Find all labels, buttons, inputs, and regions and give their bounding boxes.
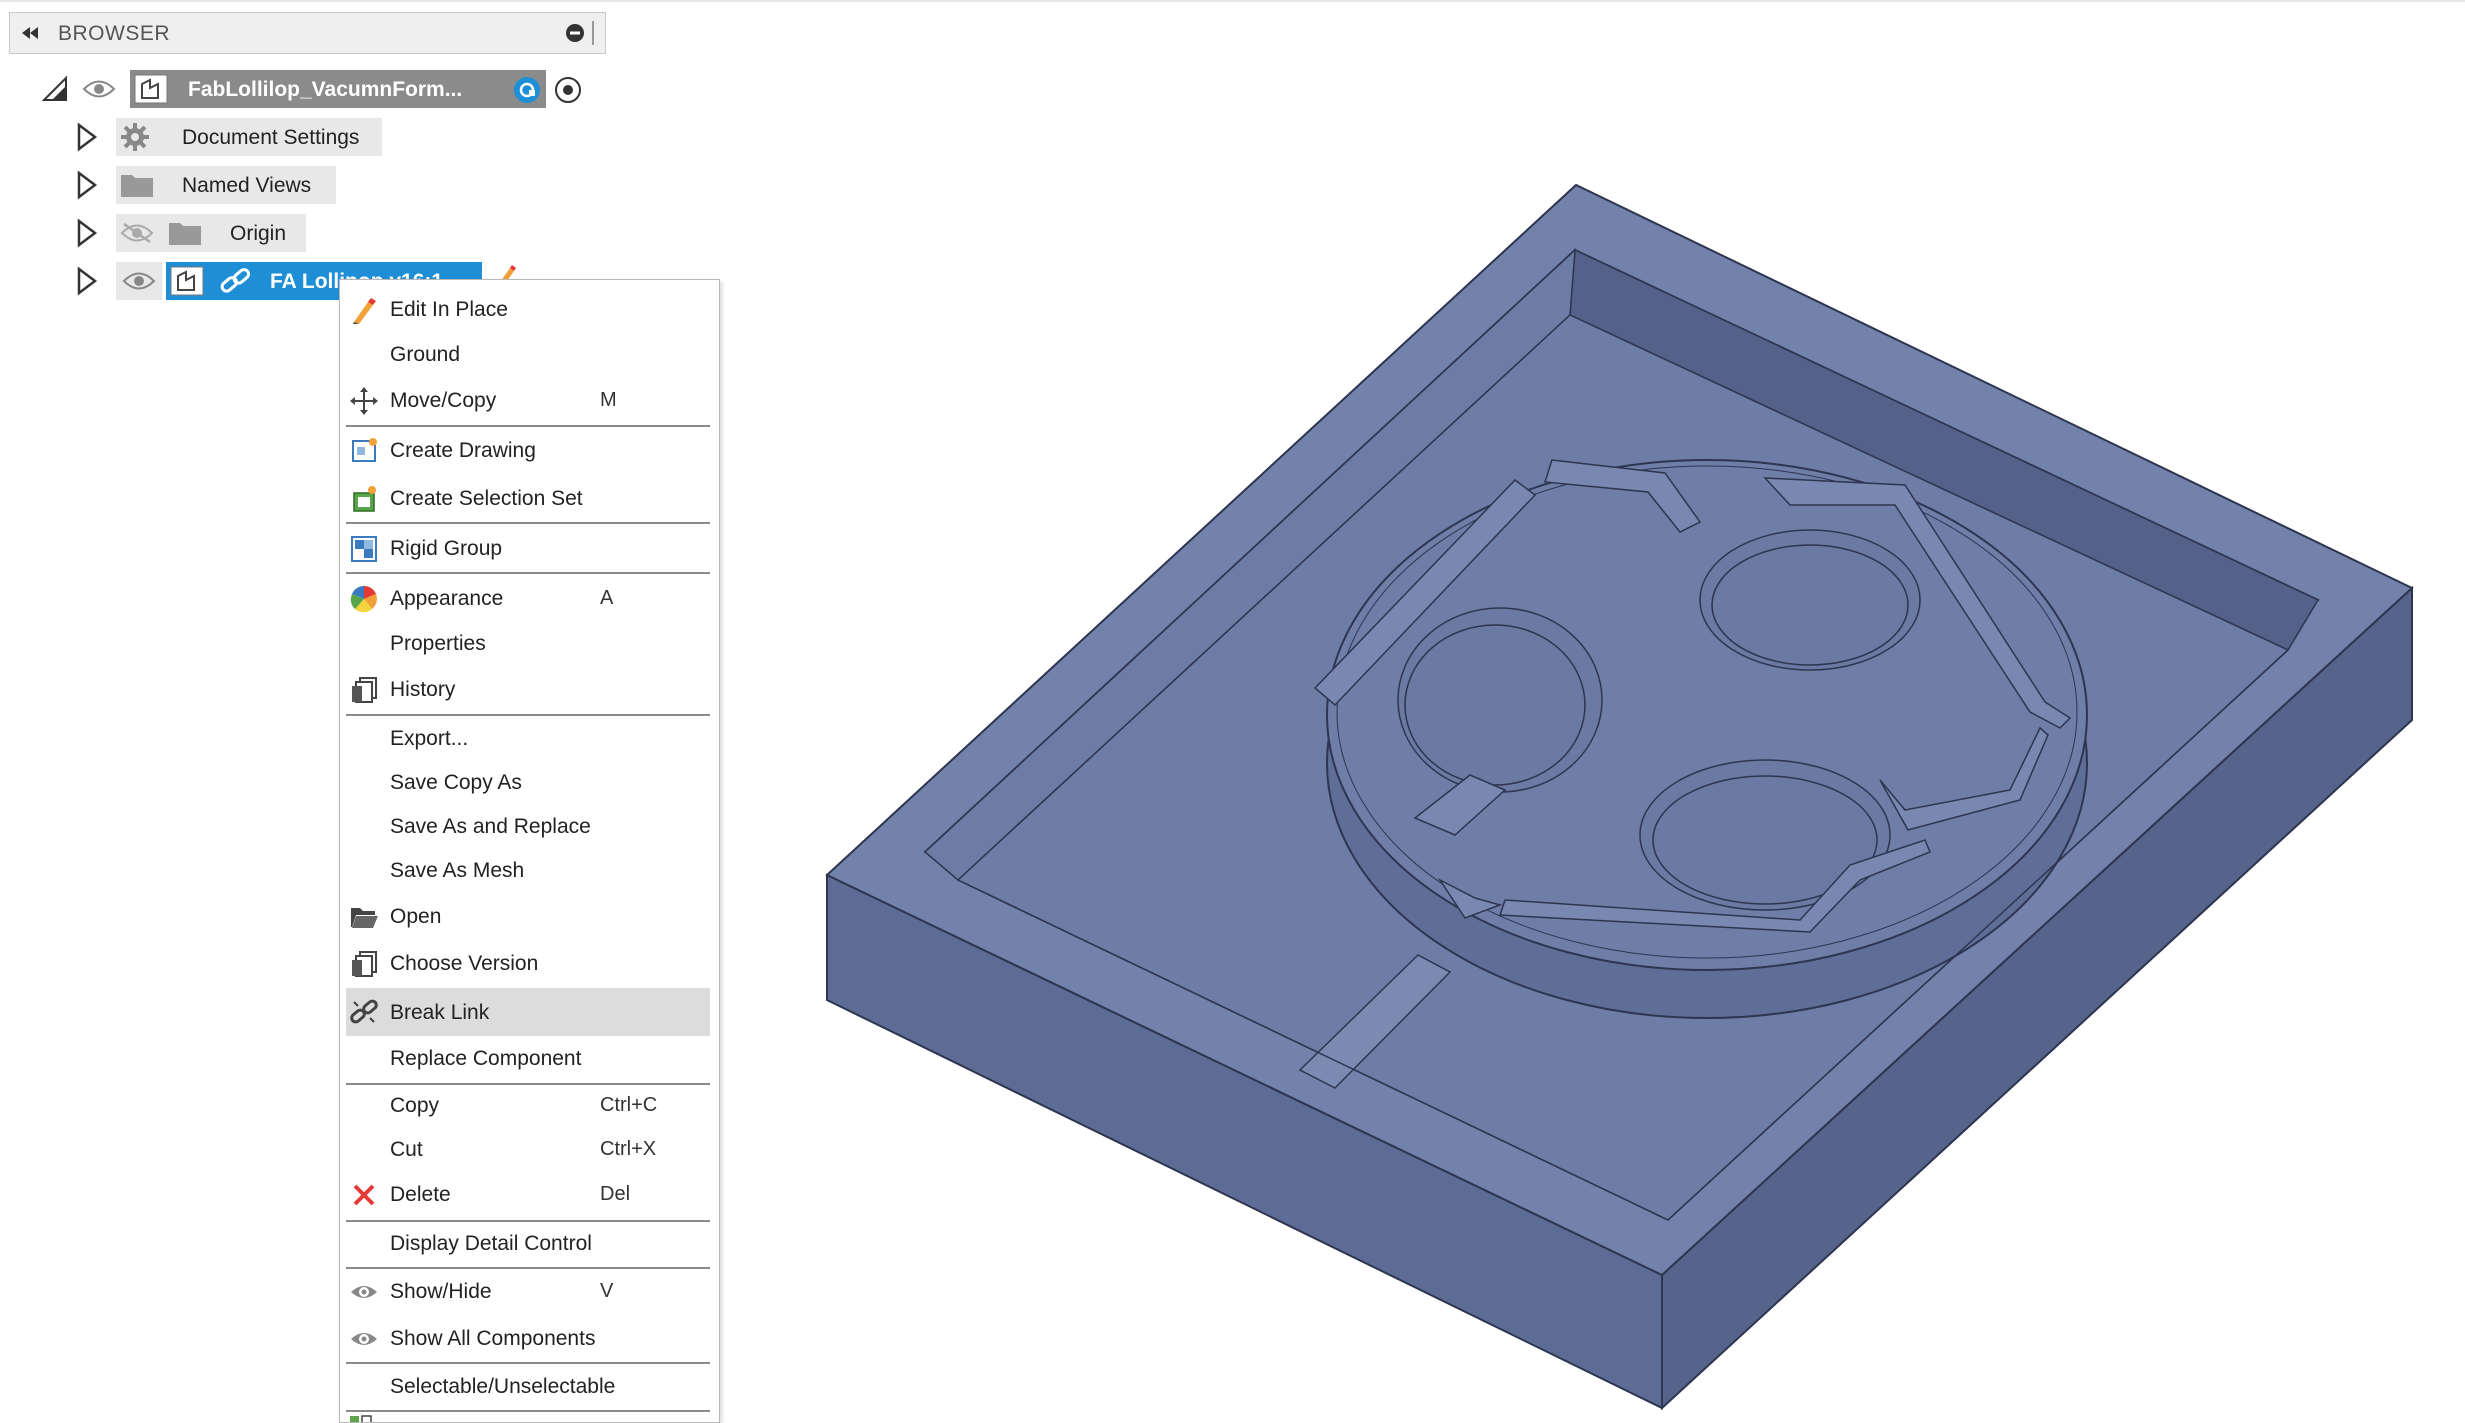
eye-icon <box>351 1286 377 1298</box>
browser-title: BROWSER <box>58 22 171 45</box>
menu-item-save-copy-as[interactable]: Save Copy As <box>346 761 710 803</box>
eye-icon <box>351 1333 377 1345</box>
tray-model[interactable] <box>825 183 2414 1411</box>
menu-item-save-as-mesh[interactable]: Save As Mesh <box>346 849 710 891</box>
browser-header: BROWSER <box>9 12 606 54</box>
history-icon <box>352 677 377 703</box>
menu-item-move-copy[interactable]: Move/Copy M <box>346 379 710 421</box>
delete-x-icon <box>353 1184 375 1206</box>
panel-grip-icon[interactable] <box>592 21 598 45</box>
move-arrows-icon <box>350 387 378 415</box>
named-views-label: Named Views <box>182 174 312 197</box>
menu-item-display-detail-control[interactable]: Display Detail Control <box>346 1222 710 1264</box>
partial-menu-icon <box>350 1415 372 1422</box>
link-icon <box>220 268 251 293</box>
menu-separator <box>346 714 710 716</box>
menu-item-replace-component[interactable]: Replace Component <box>346 1037 710 1079</box>
break-link-icon <box>350 999 378 1024</box>
menu-item-save-as-and-replace[interactable]: Save As and Replace <box>346 805 710 847</box>
menu-item-create-drawing[interactable]: Create Drawing <box>346 429 710 471</box>
menu-item-show-hide[interactable]: Show/Hide V <box>346 1270 710 1312</box>
menu-separator <box>346 1362 710 1364</box>
menu-item-history[interactable]: History <box>346 668 710 710</box>
drawing-icon <box>352 438 377 462</box>
context-menu: Edit In Place Ground Move/Copy M Create <box>339 279 720 1423</box>
eye-hidden-icon[interactable] <box>120 222 154 244</box>
menu-separator <box>346 1410 710 1412</box>
expand-triangle-icon[interactable] <box>76 122 98 152</box>
visibility-chip[interactable] <box>116 262 162 300</box>
menu-item-properties[interactable]: Properties <box>346 622 710 664</box>
eye-icon[interactable] <box>122 270 156 292</box>
component-icon <box>170 266 204 296</box>
menu-item-export[interactable]: Export... <box>346 717 710 759</box>
expand-triangle-icon[interactable] <box>76 218 98 248</box>
rigid-group-icon <box>351 536 377 562</box>
expand-triangle-icon[interactable] <box>76 170 98 200</box>
menu-item-choose-version[interactable]: Choose Version <box>346 942 710 984</box>
eye-icon[interactable] <box>82 78 116 100</box>
menu-item-show-all-components[interactable]: Show All Components <box>346 1317 710 1359</box>
appearance-icon <box>350 586 377 613</box>
tree-root-row[interactable]: FabLollilop_VacumnForm... <box>38 70 598 108</box>
menu-item-break-link[interactable]: Break Link <box>346 988 710 1036</box>
expand-triangle-icon[interactable] <box>76 266 98 296</box>
menu-item-cut[interactable]: Cut Ctrl+X <box>346 1128 710 1170</box>
folder-icon <box>121 175 153 197</box>
menu-item-open[interactable]: Open <box>346 895 710 937</box>
versions-icon <box>352 951 377 977</box>
folder-icon <box>169 223 201 245</box>
root-component-chip[interactable]: FabLollilop_VacumnForm... <box>130 70 546 108</box>
menu-separator <box>346 1267 710 1269</box>
document-settings-chip[interactable]: Document Settings <box>116 118 382 156</box>
pencil-icon <box>353 298 376 324</box>
activate-icon[interactable] <box>512 75 542 105</box>
menu-item-edit-in-place[interactable]: Edit In Place <box>346 288 710 330</box>
menu-item-copy[interactable]: Copy Ctrl+C <box>346 1084 710 1126</box>
collapse-triangle-icon[interactable] <box>42 76 68 102</box>
minus-circle-icon[interactable] <box>565 23 585 43</box>
menu-separator <box>346 425 710 427</box>
radio-target-icon[interactable] <box>554 76 582 104</box>
root-component-label: FabLollilop_VacumnForm... <box>188 78 463 101</box>
component-icon <box>134 74 168 104</box>
menu-separator <box>346 522 710 524</box>
tree-item-named-views[interactable]: Named Views <box>76 166 376 204</box>
menu-item-create-selection-set[interactable]: Create Selection Set <box>346 477 710 519</box>
named-views-chip[interactable]: Named Views <box>116 166 336 204</box>
collapse-panel-icon[interactable] <box>18 22 42 44</box>
tree-item-document-settings[interactable]: Document Settings <box>76 118 396 156</box>
document-settings-label: Document Settings <box>182 126 360 149</box>
open-folder-icon <box>351 908 378 928</box>
menu-item-rigid-group[interactable]: Rigid Group <box>346 527 710 569</box>
menu-item-ground[interactable]: Ground <box>346 333 710 375</box>
selection-set-icon <box>353 486 376 512</box>
menu-separator <box>346 572 710 574</box>
menu-item-delete[interactable]: Delete Del <box>346 1173 710 1215</box>
origin-chip[interactable]: Origin <box>116 214 306 252</box>
menu-item-selectable-unselectable[interactable]: Selectable/Unselectable <box>346 1365 710 1407</box>
gear-icon <box>121 123 149 151</box>
menu-item-appearance[interactable]: Appearance A <box>346 577 710 619</box>
origin-label: Origin <box>230 222 287 245</box>
tree-item-origin[interactable]: Origin <box>76 214 376 252</box>
